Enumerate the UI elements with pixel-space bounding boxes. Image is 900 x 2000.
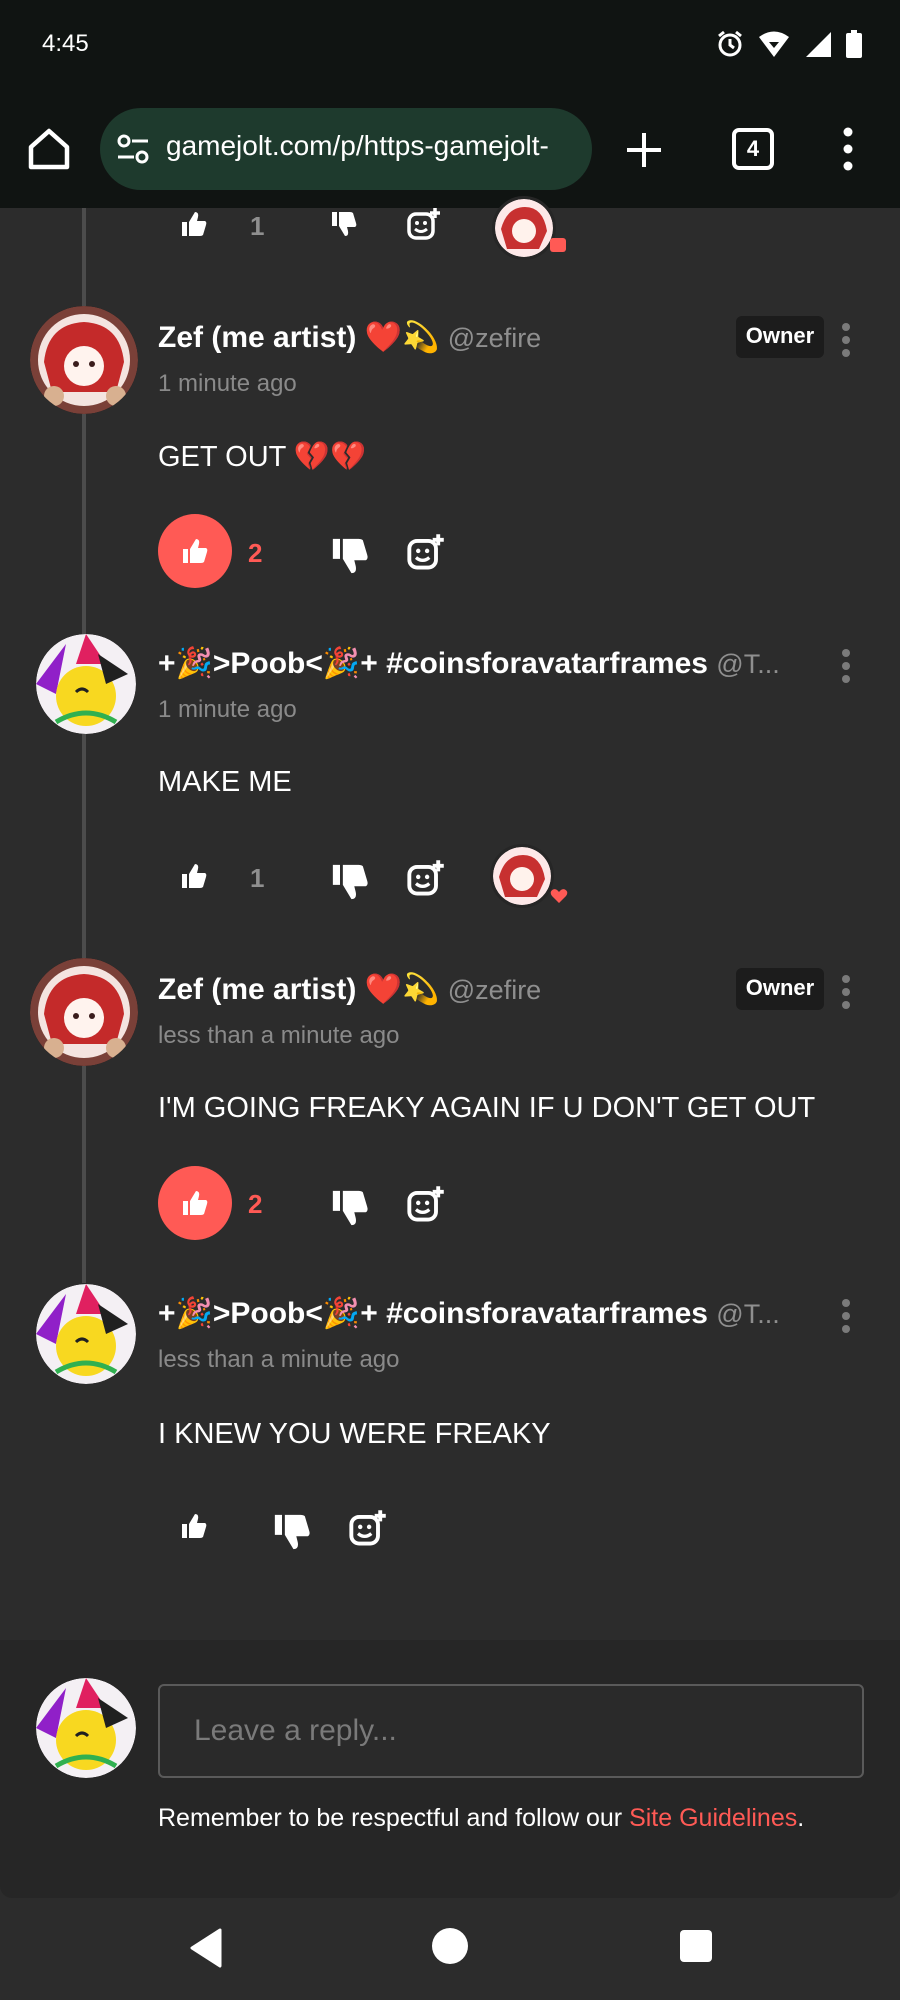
status-time: 4:45 — [42, 30, 89, 57]
comment-body: I KNEW YOU WERE FREAKY — [158, 1418, 551, 1450]
comment-body: I'M GOING FREAKY AGAIN IF U DON'T GET OU… — [158, 1092, 816, 1124]
author-name[interactable]: +🎉>Poob<🎉+ #coinsforavatarframes — [158, 647, 708, 680]
signal-icon — [806, 32, 831, 57]
comment-author[interactable]: +🎉>Poob<🎉+ #coinsforavatarframes @T... — [158, 646, 780, 681]
like-button[interactable] — [158, 514, 232, 588]
avatar[interactable] — [30, 958, 138, 1066]
like-count: 1 — [250, 211, 265, 241]
comment-menu-icon[interactable] — [840, 1298, 852, 1334]
dislike-icon[interactable] — [330, 862, 370, 902]
comment-menu-icon[interactable] — [840, 322, 852, 358]
address-bar[interactable]: gamejolt.com/p/https-gamejolt- — [100, 108, 592, 190]
dislike-icon[interactable] — [272, 1512, 312, 1552]
avatar[interactable] — [30, 306, 138, 414]
guidelines-note: Remember to be respectful and follow our… — [158, 1804, 804, 1833]
heart-icon — [550, 889, 568, 903]
reply-composer: Leave a reply... Remember to be respectf… — [0, 1640, 900, 1898]
wifi-icon — [759, 31, 789, 57]
url-text[interactable]: gamejolt.com/p/https-gamejolt- — [166, 130, 586, 162]
like-icon — [183, 1191, 208, 1215]
add-reaction-icon[interactable] — [406, 532, 446, 572]
author-handle[interactable]: @T... — [716, 649, 779, 679]
owner-badge: Owner — [736, 968, 824, 1010]
owner-badge: Owner — [736, 316, 824, 358]
comment-menu-icon[interactable] — [840, 974, 852, 1010]
my-avatar[interactable] — [36, 1678, 136, 1778]
reactor-avatar[interactable] — [490, 844, 554, 908]
site-guidelines-link[interactable]: Site Guidelines — [629, 1804, 797, 1832]
avatar[interactable] — [36, 634, 136, 734]
author-handle[interactable]: @zefire — [448, 975, 541, 1005]
status-icons — [716, 30, 862, 58]
browser-toolbar: gamejolt.com/p/https-gamejolt- 4 — [0, 90, 900, 208]
comment-timestamp[interactable]: less than a minute ago — [158, 1022, 400, 1050]
battery-icon — [846, 30, 862, 58]
reactor-avatar[interactable] — [492, 196, 556, 260]
comment-timestamp[interactable]: 1 minute ago — [158, 696, 297, 724]
home-circle-icon[interactable] — [432, 1928, 468, 1964]
add-reaction-icon[interactable] — [406, 206, 442, 242]
author-name[interactable]: Zef (me artist) ❤️💫 — [158, 973, 439, 1006]
reply-input[interactable]: Leave a reply... — [158, 1684, 864, 1778]
dislike-icon[interactable] — [330, 210, 358, 238]
back-icon[interactable] — [188, 1928, 224, 1968]
guidelines-suffix: . — [797, 1804, 805, 1832]
alarm-icon — [718, 30, 742, 57]
new-tab-icon[interactable] — [624, 130, 664, 170]
comment-menu-icon[interactable] — [840, 648, 852, 684]
like-count: 1 — [250, 863, 265, 893]
like-count: 2 — [248, 538, 263, 568]
dislike-icon[interactable] — [330, 536, 370, 576]
home-icon[interactable] — [26, 126, 72, 172]
comment-author[interactable]: Zef (me artist) ❤️💫 @zefire — [158, 972, 541, 1007]
avatar[interactable] — [36, 1284, 136, 1384]
more-vert-icon[interactable] — [838, 126, 858, 172]
like-icon[interactable] — [180, 210, 208, 238]
author-name[interactable]: +🎉>Poob<🎉+ #coinsforavatarframes — [158, 1297, 708, 1330]
guidelines-prefix: Remember to be respectful and follow our — [158, 1804, 630, 1832]
comment-author[interactable]: Zef (me artist) ❤️💫 @zefire — [158, 320, 541, 355]
like-icon[interactable] — [180, 862, 208, 890]
like-icon — [183, 539, 208, 563]
status-bar: 4:45 — [0, 0, 900, 90]
comment-author[interactable]: +🎉>Poob<🎉+ #coinsforavatarframes @T... — [158, 1296, 780, 1331]
system-nav-bar — [0, 1898, 900, 2000]
author-name[interactable]: Zef (me artist) ❤️💫 — [158, 321, 439, 354]
comment-count-badge — [550, 238, 566, 252]
comment-body: GET OUT 💔💔 — [158, 441, 367, 473]
comment-body: MAKE ME — [158, 766, 292, 798]
recents-icon[interactable] — [680, 1930, 712, 1962]
site-settings-icon[interactable] — [116, 132, 150, 166]
add-reaction-icon[interactable] — [406, 858, 446, 898]
tab-switcher-button[interactable]: 4 — [732, 128, 774, 170]
add-reaction-icon[interactable] — [348, 1508, 388, 1548]
dislike-icon[interactable] — [330, 1188, 370, 1228]
author-handle[interactable]: @T... — [716, 1299, 779, 1329]
comment-timestamp[interactable]: 1 minute ago — [158, 370, 297, 398]
like-button[interactable] — [158, 1166, 232, 1240]
author-handle[interactable]: @zefire — [448, 323, 541, 353]
like-count: 2 — [248, 1189, 263, 1219]
add-reaction-icon[interactable] — [406, 1184, 446, 1224]
comment-timestamp[interactable]: less than a minute ago — [158, 1346, 400, 1374]
like-icon[interactable] — [180, 1512, 208, 1540]
